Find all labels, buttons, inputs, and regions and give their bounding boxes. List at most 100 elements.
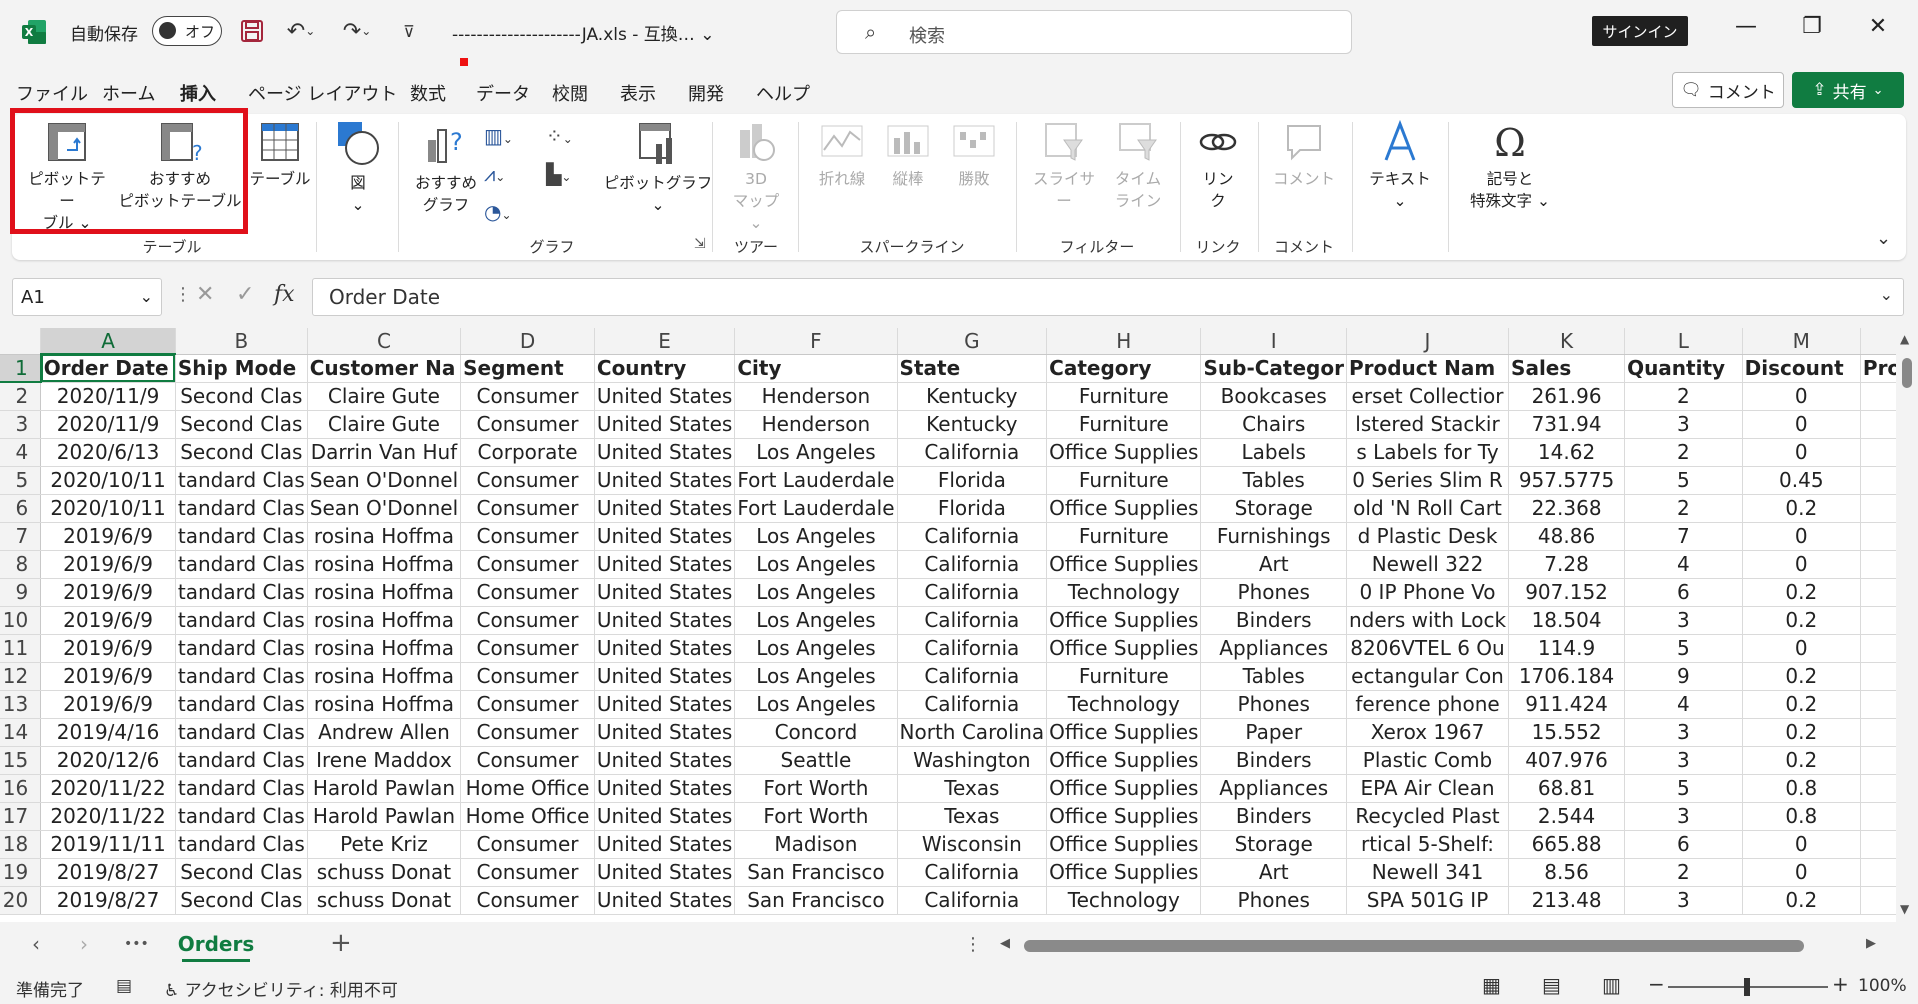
cell[interactable]: 0 xyxy=(1742,522,1861,551)
column-header[interactable]: M xyxy=(1742,328,1861,355)
cell[interactable]: Henderson xyxy=(734,382,898,411)
cell[interactable]: 0 xyxy=(1742,858,1861,887)
cell[interactable]: Phones xyxy=(1200,886,1347,915)
cell[interactable]: Sean O'Donnel xyxy=(307,466,462,495)
symbols-button[interactable]: Ω 記号と 特殊文字 ⌄ xyxy=(1460,120,1560,212)
row-header[interactable]: 15 xyxy=(0,746,42,775)
cell[interactable]: Concord xyxy=(734,718,898,747)
cell[interactable]: Los Angeles xyxy=(734,550,898,579)
cell[interactable]: Office Supplies xyxy=(1046,746,1202,775)
cell[interactable]: Office Supplies xyxy=(1046,438,1202,467)
cell[interactable]: United States xyxy=(594,606,736,635)
cell[interactable]: Furnishings xyxy=(1200,522,1347,551)
cell[interactable]: Second Clas xyxy=(175,382,308,411)
cell[interactable]: ference phone xyxy=(1346,690,1510,719)
column-header[interactable]: A xyxy=(40,328,176,355)
cell[interactable]: Office Supplies xyxy=(1046,858,1202,887)
cell[interactable]: 2019/6/9 xyxy=(40,578,176,607)
cell[interactable]: Binders xyxy=(1200,802,1347,831)
cell[interactable]: 2020/6/13 xyxy=(40,438,176,467)
sparkline-column-button[interactable]: 縦棒 xyxy=(878,120,938,190)
cell[interactable]: United States xyxy=(594,578,736,607)
cell[interactable]: California xyxy=(897,578,1048,607)
cell[interactable]: Paper xyxy=(1200,718,1347,747)
cell[interactable]: 2020/10/11 xyxy=(40,466,176,495)
cell[interactable]: Consumer xyxy=(460,466,595,495)
cell[interactable]: California xyxy=(897,438,1048,467)
macro-record-icon[interactable]: ▤ xyxy=(116,976,132,996)
cell[interactable]: Phones xyxy=(1200,578,1347,607)
tab-help[interactable]: ヘルプ xyxy=(756,80,810,106)
cell[interactable]: ectangular Con xyxy=(1346,662,1510,691)
cell[interactable]: Irene Maddox xyxy=(307,746,462,775)
cell[interactable]: United States xyxy=(594,466,736,495)
cell[interactable]: 2019/6/9 xyxy=(40,662,176,691)
cell[interactable]: Office Supplies xyxy=(1046,774,1202,803)
new-comment-button[interactable]: コメント xyxy=(1266,120,1342,190)
document-title[interactable]: ---------------------JA.xls - 互換… ⌄ xyxy=(452,20,714,45)
row-header[interactable]: 18 xyxy=(0,830,42,859)
cell[interactable]: 0 xyxy=(1742,634,1861,663)
more-icon[interactable]: ⋮ xyxy=(174,284,192,305)
cell[interactable]: 2019/8/27 xyxy=(40,858,176,887)
cell[interactable]: United States xyxy=(594,410,736,439)
cell[interactable]: Claire Gute xyxy=(307,382,462,411)
cell[interactable]: tandard Clas xyxy=(175,522,308,551)
header-cell[interactable]: Product Nam xyxy=(1346,354,1510,383)
cell[interactable]: 5 xyxy=(1624,466,1743,495)
cell[interactable]: rosina Hoffma xyxy=(307,550,462,579)
cell[interactable]: Recycled Plast xyxy=(1346,802,1510,831)
row-header[interactable]: 11 xyxy=(0,634,42,663)
cell[interactable]: Furniture xyxy=(1046,382,1202,411)
cell[interactable]: 0 IP Phone Vo xyxy=(1346,578,1510,607)
cell[interactable]: 0.2 xyxy=(1742,494,1861,523)
line-chart-icon[interactable]: ⩘⌄ xyxy=(484,162,505,186)
cell[interactable]: Harold Pawlan xyxy=(307,774,462,803)
header-cell[interactable]: State xyxy=(897,354,1048,383)
cell[interactable]: 9 xyxy=(1624,662,1743,691)
cell[interactable]: 22.368 xyxy=(1508,494,1626,523)
cell[interactable]: Washington xyxy=(897,746,1048,775)
cell[interactable]: 2020/11/9 xyxy=(40,410,176,439)
cell[interactable]: 15.552 xyxy=(1508,718,1626,747)
cell[interactable]: 3 xyxy=(1624,718,1743,747)
cell[interactable]: 2019/6/9 xyxy=(40,634,176,663)
cell[interactable]: Home Office xyxy=(460,774,595,803)
cell[interactable]: 2019/4/16 xyxy=(40,718,176,747)
cell[interactable]: lstered Stackir xyxy=(1346,410,1510,439)
cell[interactable]: United States xyxy=(594,438,736,467)
cell[interactable]: 4 xyxy=(1624,550,1743,579)
cell[interactable]: Second Clas xyxy=(175,886,308,915)
dialog-launcher-icon[interactable]: ⇲ xyxy=(694,236,706,252)
normal-view-icon[interactable]: ▦ xyxy=(1482,973,1501,997)
cell[interactable]: s Labels for Ty xyxy=(1346,438,1510,467)
cell[interactable]: Second Clas xyxy=(175,858,308,887)
cell[interactable]: 2020/11/22 xyxy=(40,802,176,831)
cell[interactable]: Storage xyxy=(1200,830,1347,859)
enter-icon[interactable]: ✓ xyxy=(236,282,254,307)
cell[interactable]: 0.2 xyxy=(1742,746,1861,775)
cell[interactable]: Consumer xyxy=(460,718,595,747)
cell[interactable]: 18.504 xyxy=(1508,606,1626,635)
cell[interactable]: Los Angeles xyxy=(734,438,898,467)
cell[interactable]: Labels xyxy=(1200,438,1347,467)
sparkline-line-button[interactable]: 折れ線 xyxy=(812,120,872,190)
scroll-down-icon[interactable]: ▼ xyxy=(1900,902,1909,916)
cell[interactable]: 5 xyxy=(1624,774,1743,803)
cell[interactable]: Binders xyxy=(1200,606,1347,635)
cell[interactable]: 1706.184 xyxy=(1508,662,1626,691)
cell[interactable]: 0.2 xyxy=(1742,718,1861,747)
cell[interactable]: United States xyxy=(594,774,736,803)
vertical-scrollbar[interactable]: ▲ ▼ xyxy=(1896,328,1918,922)
cell[interactable]: 2020/11/9 xyxy=(40,382,176,411)
cell[interactable]: California xyxy=(897,634,1048,663)
cell[interactable]: Los Angeles xyxy=(734,690,898,719)
cell[interactable]: Binders xyxy=(1200,746,1347,775)
cell[interactable]: Office Supplies xyxy=(1046,606,1202,635)
cell[interactable]: 0 xyxy=(1742,550,1861,579)
cell[interactable]: Los Angeles xyxy=(734,522,898,551)
cell[interactable]: Second Clas xyxy=(175,410,308,439)
header-cell[interactable]: Sub-Categor xyxy=(1200,354,1347,383)
row-header[interactable]: 6 xyxy=(0,494,42,523)
cell[interactable]: Los Angeles xyxy=(734,606,898,635)
